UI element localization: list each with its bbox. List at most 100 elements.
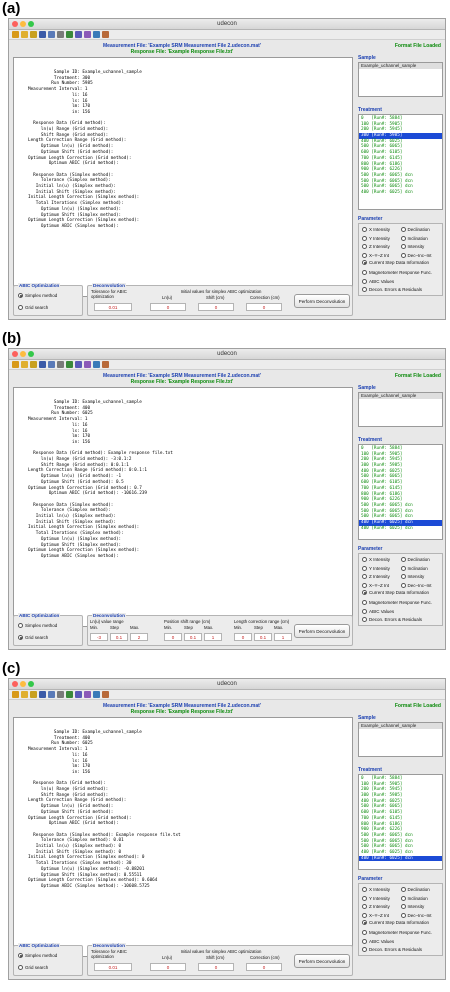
- parameter-option-magnetometer-response[interactable]: Magnetometer Response Func.: [362, 599, 439, 607]
- toolbar-icon-4[interactable]: [39, 31, 46, 38]
- parameter-option-intensity[interactable]: Intensity: [400, 243, 440, 251]
- lnu-range-step-input[interactable]: 0.1: [110, 633, 128, 641]
- close-window-button[interactable]: [12, 351, 18, 357]
- radio-decon-errors[interactable]: [362, 946, 367, 952]
- perform-deconvolution-button[interactable]: Perform Deconvolution: [294, 624, 350, 638]
- radio-x-intensity[interactable]: [362, 887, 367, 893]
- simplex-radio[interactable]: [18, 953, 23, 959]
- grid-radio[interactable]: [18, 635, 23, 641]
- toolbar-icon-11[interactable]: [102, 361, 109, 368]
- radio-intensity[interactable]: [400, 244, 406, 250]
- radio-z-intensity[interactable]: [362, 244, 367, 250]
- radio-y-intensity[interactable]: [362, 235, 367, 241]
- grid-radio[interactable]: [18, 305, 23, 311]
- zoom-window-button[interactable]: [28, 21, 34, 27]
- parameter-option-current-step-info[interactable]: Current Step Data Information: [362, 259, 439, 267]
- minimize-window-button[interactable]: [20, 351, 26, 357]
- radio-decon-errors[interactable]: [362, 286, 367, 292]
- length-range-max-input[interactable]: 1: [274, 633, 292, 641]
- radio-decon-errors[interactable]: [362, 616, 367, 622]
- toolbar-icon-3[interactable]: [30, 31, 37, 38]
- parameter-option-inclination[interactable]: Inclination: [400, 895, 440, 903]
- toolbar-icon-11[interactable]: [102, 691, 109, 698]
- toolbar-icon-6[interactable]: [57, 691, 64, 698]
- length-range-min-input[interactable]: 0: [234, 633, 252, 641]
- parameter-option-abic-values[interactable]: ABIC Values: [362, 938, 439, 946]
- parameter-option-current-step-info[interactable]: Current Step Data Information: [362, 589, 439, 597]
- parameter-option-decon-errors[interactable]: Decon. Errors & Residuals: [362, 286, 439, 294]
- parameter-option-z-intensity[interactable]: Z Intensity: [362, 243, 401, 251]
- parameter-option-dec-inc-int[interactable]: Dec–Inc–Int: [400, 252, 440, 260]
- radio-declination[interactable]: [400, 557, 406, 563]
- toolbar-icon-6[interactable]: [57, 31, 64, 38]
- radio-z-intensity[interactable]: [362, 574, 367, 580]
- grid-option[interactable]: Grid search: [18, 634, 48, 642]
- radio-abic-values[interactable]: [362, 279, 367, 285]
- radio-dec-inc-int[interactable]: [400, 582, 406, 588]
- toolbar-icon-1[interactable]: [12, 31, 19, 38]
- initial-lnu-input[interactable]: 0: [150, 963, 186, 971]
- treatment-list[interactable]: 0 [Run#: 5884] 100 [Run#: 5905] 200 [Run#:…: [358, 444, 443, 540]
- treatment-item[interactable]: 400 [Run#: 6025] dcn: [361, 526, 440, 532]
- parameter-option-abic-values[interactable]: ABIC Values: [362, 278, 439, 286]
- initial-shift-input[interactable]: 0: [198, 303, 234, 311]
- radio-magnetometer-response[interactable]: [362, 929, 367, 935]
- radio-dec-inc-int[interactable]: [400, 252, 406, 258]
- toolbar-icon-1[interactable]: [12, 361, 19, 368]
- toolbar-icon-7[interactable]: [66, 31, 73, 38]
- toolbar-icon-10[interactable]: [93, 691, 100, 698]
- simplex-radio[interactable]: [18, 623, 23, 629]
- initial-lnu-input[interactable]: 0: [150, 303, 186, 311]
- parameter-option-z-intensity[interactable]: Z Intensity: [362, 903, 401, 911]
- toolbar-icon-7[interactable]: [66, 691, 73, 698]
- radio-inclination[interactable]: [400, 895, 406, 901]
- parameter-option-y-intensity[interactable]: Y Intensity: [362, 895, 401, 903]
- parameter-option-declination[interactable]: Declination: [400, 226, 440, 234]
- parameter-option-abic-values[interactable]: ABIC Values: [362, 608, 439, 616]
- toolbar-icon-2[interactable]: [21, 691, 28, 698]
- toolbar-icon-9[interactable]: [84, 31, 91, 38]
- radio-abic-values[interactable]: [362, 609, 367, 615]
- toolbar-icon-7[interactable]: [66, 361, 73, 368]
- lnu-range-min-input[interactable]: -3: [90, 633, 108, 641]
- zoom-window-button[interactable]: [28, 351, 34, 357]
- simplex-option[interactable]: Simplex method: [18, 952, 57, 960]
- parameter-option-xyz-int[interactable]: X–Y–Z Int: [362, 582, 401, 590]
- toolbar-icon-4[interactable]: [39, 361, 46, 368]
- simplex-option[interactable]: Simplex method: [18, 292, 57, 300]
- radio-abic-values[interactable]: [362, 939, 367, 945]
- radio-dec-inc-int[interactable]: [400, 912, 406, 918]
- parameter-option-dec-inc-int[interactable]: Dec–Inc–Int: [400, 912, 440, 920]
- treatment-list[interactable]: 0 [Run#: 5884] 100 [Run#: 5905] 200 [Run#:…: [358, 114, 443, 210]
- minimize-window-button[interactable]: [20, 681, 26, 687]
- simplex-option[interactable]: Simplex method: [18, 622, 57, 630]
- radio-x-intensity[interactable]: [362, 227, 367, 233]
- parameter-option-decon-errors[interactable]: Decon. Errors & Residuals: [362, 946, 439, 954]
- parameter-option-decon-errors[interactable]: Decon. Errors & Residuals: [362, 616, 439, 624]
- simplex-radio[interactable]: [18, 293, 23, 299]
- parameter-option-x-intensity[interactable]: X Intensity: [362, 556, 401, 564]
- radio-declination[interactable]: [400, 227, 406, 233]
- radio-y-intensity[interactable]: [362, 565, 367, 571]
- toolbar-icon-9[interactable]: [84, 691, 91, 698]
- radio-current-step-info[interactable]: [362, 260, 367, 266]
- toolbar-icon-10[interactable]: [93, 31, 100, 38]
- shift-range-max-input[interactable]: 1: [204, 633, 222, 641]
- radio-inclination[interactable]: [400, 235, 406, 241]
- grid-radio[interactable]: [18, 965, 23, 971]
- radio-z-intensity[interactable]: [362, 904, 367, 910]
- toolbar-icon-5[interactable]: [48, 31, 55, 38]
- toolbar-icon-2[interactable]: [21, 361, 28, 368]
- sample-item[interactable]: Example_uchannel_sample: [359, 63, 442, 69]
- shift-range-min-input[interactable]: 0: [164, 633, 182, 641]
- toolbar-icon-6[interactable]: [57, 361, 64, 368]
- parameter-option-z-intensity[interactable]: Z Intensity: [362, 573, 401, 581]
- treatment-item[interactable]: 400 [Run#: 6025] dcn: [361, 190, 440, 196]
- parameter-option-xyz-int[interactable]: X–Y–Z Int: [362, 252, 401, 260]
- toolbar-icon-10[interactable]: [93, 361, 100, 368]
- parameter-option-x-intensity[interactable]: X Intensity: [362, 226, 401, 234]
- toolbar-icon-8[interactable]: [75, 361, 82, 368]
- parameter-option-intensity[interactable]: Intensity: [400, 903, 440, 911]
- minimize-window-button[interactable]: [20, 21, 26, 27]
- grid-option[interactable]: Grid search: [18, 304, 48, 312]
